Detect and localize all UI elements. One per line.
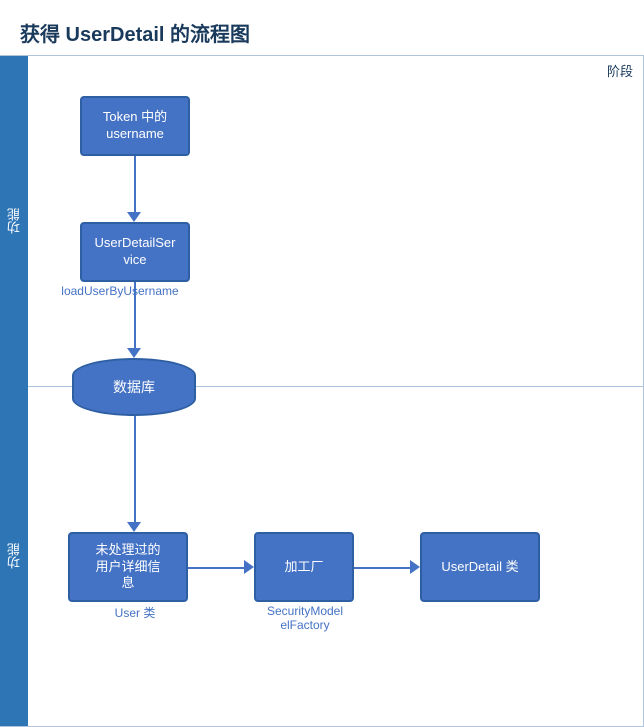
arrowhead-factory-userdetail xyxy=(410,560,420,574)
node-token: Token 中的username xyxy=(80,96,190,156)
arrow-token-service xyxy=(134,156,136,216)
security-factory-label: SecurityModelelFactory xyxy=(240,604,370,632)
arrow-factory-userdetail xyxy=(354,567,414,569)
node-db: 数据库 xyxy=(72,358,196,416)
arrowhead-token-service xyxy=(127,212,141,222)
node-factory: 加工厂 xyxy=(254,532,354,602)
lane1-label: 功能 xyxy=(0,56,28,386)
node-factory-label: 加工厂 xyxy=(284,559,323,576)
arrow-raw-factory xyxy=(188,567,248,569)
arrow-db-raw xyxy=(134,416,136,526)
node-token-label: Token 中的username xyxy=(103,109,167,143)
node-userdetail: UserDetail 类 xyxy=(420,532,540,602)
node-raw-label: 未处理过的用户详细信息 xyxy=(95,542,160,593)
lane1-label-text: 功能 xyxy=(5,208,24,234)
diagram-container: 阶段 功能 功能 Token 中的username UserDetai xyxy=(0,55,644,727)
load-user-label: loadUserByUsername xyxy=(45,284,195,298)
user-class-label: User 类 xyxy=(85,604,185,621)
main-area: 阶段 功能 功能 Token 中的username UserDetai xyxy=(0,55,644,727)
lane2-label-text: 功能 xyxy=(5,543,24,569)
arrow-service-db xyxy=(134,282,136,352)
arrowhead-service-db xyxy=(127,348,141,358)
stage-label: 阶段 xyxy=(607,61,633,80)
node-db-label: 数据库 xyxy=(113,377,155,397)
node-service-label: UserDetailService xyxy=(95,235,176,269)
page-title: 获得 UserDetail 的流程图 xyxy=(0,0,644,55)
arrowhead-db-raw xyxy=(127,522,141,532)
node-raw: 未处理过的用户详细信息 xyxy=(68,532,188,602)
node-service: UserDetailService xyxy=(80,222,190,282)
lane2-label: 功能 xyxy=(0,386,28,726)
arrowhead-raw-factory xyxy=(244,560,254,574)
node-userdetail-label: UserDetail 类 xyxy=(441,559,518,576)
page: 获得 UserDetail 的流程图 阶段 功能 功能 Token 中的user… xyxy=(0,0,644,727)
